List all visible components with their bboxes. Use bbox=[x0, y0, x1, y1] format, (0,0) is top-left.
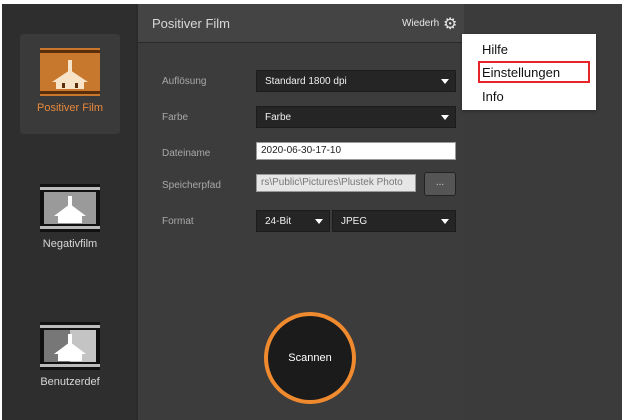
menu-item-info[interactable]: Info bbox=[482, 89, 504, 104]
negative-film-icon bbox=[40, 184, 100, 232]
chevron-down-icon bbox=[315, 219, 323, 224]
restore-button[interactable]: Wiederh bbox=[402, 18, 439, 29]
sidebar-item-negative-film[interactable]: Negativfilm bbox=[20, 184, 120, 250]
resolution-value: Standard 1800 dpi bbox=[265, 76, 347, 87]
chevron-down-icon bbox=[441, 79, 449, 84]
sidebar-item-label: Positiver Film bbox=[36, 102, 103, 114]
chevron-down-icon bbox=[441, 219, 449, 224]
color-dropdown[interactable]: Farbe bbox=[256, 106, 456, 128]
format-label: Format bbox=[162, 216, 194, 227]
gear-icon[interactable]: ⚙ bbox=[443, 14, 457, 34]
resolution-dropdown[interactable]: Standard 1800 dpi bbox=[256, 70, 456, 92]
sidebar-item-label: Negativfilm bbox=[42, 238, 98, 250]
color-label: Farbe bbox=[162, 112, 189, 123]
path-label: Speicherpfad bbox=[162, 180, 221, 191]
menu-item-help[interactable]: Hilfe bbox=[482, 42, 508, 57]
scan-button[interactable]: Scannen bbox=[268, 316, 352, 400]
menu-item-settings[interactable]: Einstellungen bbox=[482, 65, 560, 80]
resolution-label: Auflösung bbox=[162, 76, 207, 87]
filetype-value: JPEG bbox=[341, 216, 368, 227]
positive-film-icon bbox=[40, 48, 100, 96]
sidebar-item-positive-film[interactable]: Positiver Film bbox=[20, 34, 120, 134]
sidebar-item-label: Benutzerdef bbox=[40, 376, 100, 388]
browse-button[interactable]: ... bbox=[424, 172, 456, 196]
sidebar: Positiver Film Negativfilm Benutzerdef bbox=[2, 4, 136, 420]
filename-label: Dateiname bbox=[162, 148, 211, 159]
settings-menu: Hilfe Einstellungen Info bbox=[462, 34, 596, 110]
page-title: Positiver Film bbox=[152, 16, 231, 31]
scan-button-ring: Scannen bbox=[264, 312, 356, 404]
save-path-input[interactable]: rs\Public\Pictures\Plustek Photo bbox=[256, 174, 416, 192]
filetype-dropdown[interactable]: JPEG bbox=[332, 210, 456, 232]
panel-header: Positiver Film Wiederh ⚙ bbox=[138, 4, 464, 43]
sidebar-item-custom[interactable]: Benutzerdef bbox=[20, 322, 120, 388]
color-value: Farbe bbox=[265, 112, 292, 123]
bitdepth-value: 24-Bit bbox=[265, 216, 292, 227]
custom-film-icon bbox=[40, 322, 100, 370]
bitdepth-dropdown[interactable]: 24-Bit bbox=[256, 210, 330, 232]
filename-input[interactable]: 2020-06-30-17-10 bbox=[256, 142, 456, 160]
chevron-down-icon bbox=[441, 115, 449, 120]
